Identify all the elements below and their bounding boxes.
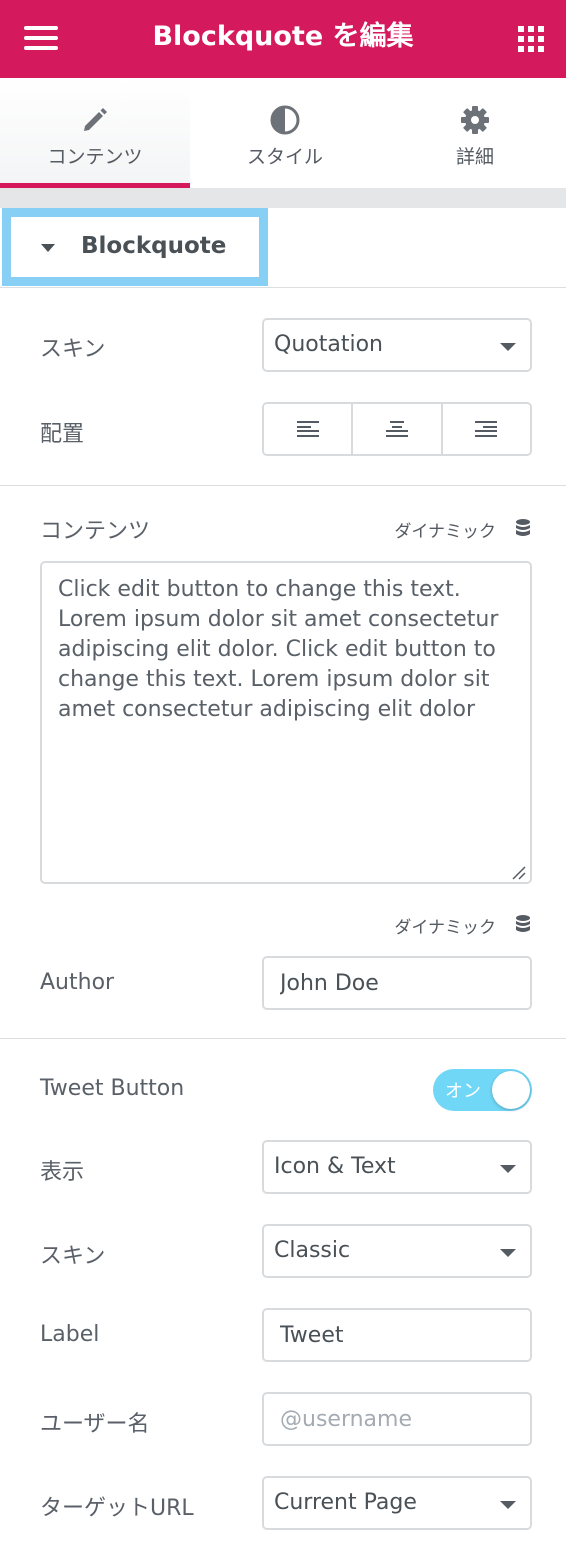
dynamic-tags-label[interactable]: ダイナミック — [394, 517, 496, 542]
divider — [0, 287, 566, 288]
tweet-button-label: Tweet Button — [40, 1076, 185, 1101]
tab-advanced-label: 詳細 — [455, 146, 494, 168]
tweet-skin-select[interactable]: Classic — [262, 1224, 532, 1278]
align-right-button[interactable] — [442, 404, 530, 454]
align-center-icon — [385, 421, 408, 437]
tab-advanced[interactable]: 詳細 — [380, 78, 566, 188]
chevron-down-icon — [500, 1249, 516, 1257]
username-input[interactable] — [262, 1392, 532, 1446]
section-title: Blockquote — [81, 233, 227, 259]
tabs-separator — [0, 188, 566, 208]
panel-tabs: コンテンツ スタイル 詳細 — [0, 78, 566, 188]
tab-style-label: スタイル — [246, 146, 323, 168]
database-icon[interactable] — [516, 915, 530, 933]
align-left-button[interactable] — [264, 404, 354, 454]
skin-select[interactable]: Quotation — [262, 318, 532, 372]
align-center-button[interactable] — [353, 404, 443, 454]
divider — [0, 485, 566, 486]
chevron-down-icon — [500, 1165, 516, 1173]
resize-handle-icon[interactable] — [510, 864, 526, 880]
chevron-down-icon — [500, 1501, 516, 1509]
display-select-value: Icon & Text — [274, 1154, 396, 1179]
dynamic-tags-label[interactable]: ダイナミック — [394, 913, 496, 938]
gear-icon — [461, 106, 489, 134]
display-label: 表示 — [40, 1160, 85, 1185]
pencil-icon — [84, 108, 107, 131]
tweet-skin-select-value: Classic — [274, 1238, 351, 1263]
username-label: ユーザー名 — [40, 1412, 150, 1437]
skin-select-value: Quotation — [274, 332, 383, 357]
align-right-icon — [475, 421, 498, 437]
database-icon[interactable] — [516, 519, 530, 537]
caret-down-icon — [41, 244, 55, 252]
tab-content-label: コンテンツ — [47, 146, 143, 168]
content-textarea[interactable]: Click edit button to change this text. L… — [40, 561, 532, 884]
content-label: コンテンツ — [40, 519, 151, 544]
target-url-select[interactable]: Current Page — [262, 1476, 532, 1530]
tab-style[interactable]: スタイル — [190, 78, 380, 188]
grid-apps-icon[interactable] — [518, 26, 544, 52]
author-label: Author — [40, 970, 115, 995]
target-url-select-value: Current Page — [274, 1490, 417, 1515]
target-url-label: ターゲットURL — [40, 1496, 194, 1521]
author-input[interactable] — [262, 956, 532, 1010]
divider — [0, 1038, 566, 1039]
skin-label: スキン — [40, 337, 106, 362]
align-left-icon — [296, 421, 319, 437]
alignment-label: 配置 — [40, 422, 85, 447]
half-circle-icon — [270, 105, 300, 135]
display-select[interactable]: Icon & Text — [262, 1140, 532, 1194]
toggle-knob — [492, 1071, 530, 1109]
chevron-down-icon — [500, 343, 516, 351]
toggle-on-label: オン — [445, 1081, 481, 1102]
tab-content[interactable]: コンテンツ — [0, 78, 190, 188]
alignment-control — [262, 402, 532, 456]
tweet-label-label: Label — [40, 1322, 100, 1347]
editor-header: Blockquote を編集 — [0, 0, 566, 78]
panel-title: Blockquote を編集 — [152, 21, 414, 52]
tweet-skin-label: スキン — [40, 1244, 106, 1269]
section-toggle-blockquote[interactable]: Blockquote — [2, 208, 268, 286]
tweet-label-input[interactable] — [262, 1308, 532, 1362]
tweet-button-toggle[interactable]: オン — [433, 1069, 532, 1111]
